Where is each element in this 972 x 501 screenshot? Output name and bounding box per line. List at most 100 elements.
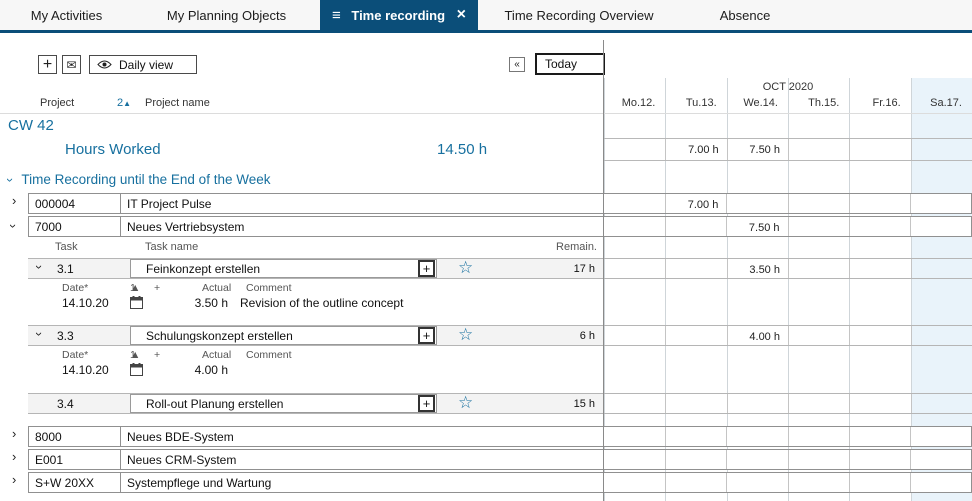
day-header: Mo.12. <box>604 97 665 111</box>
day-cell[interactable] <box>604 259 665 278</box>
day-cell[interactable] <box>726 473 787 492</box>
section-time-recording-until-end-of-week[interactable]: › Time Recording until the End of the We… <box>8 172 270 187</box>
day-cell[interactable] <box>910 473 971 492</box>
time-entry-row[interactable]: 14.10.20 4.00 h <box>0 362 604 380</box>
mail-button[interactable]: ✉ <box>62 55 81 74</box>
project-day-cells: 7.50 h <box>604 217 971 236</box>
tab-my-activities[interactable]: My Activities <box>0 0 133 30</box>
day-cell[interactable] <box>910 450 971 469</box>
day-cell[interactable] <box>788 194 849 213</box>
tab-time-recording-overview[interactable]: Time Recording Overview <box>478 0 680 30</box>
day-cell[interactable] <box>910 427 971 446</box>
day-cell[interactable]: 4.00 h <box>727 326 788 345</box>
day-cell[interactable] <box>788 326 849 345</box>
time-entry-row[interactable]: 14.10.20 3.50 h Revision of the outline … <box>0 295 604 313</box>
day-cell[interactable] <box>604 394 665 413</box>
day-cell[interactable]: 7.50 h <box>726 217 787 236</box>
favorite-star-icon[interactable]: ☆ <box>458 258 473 278</box>
day-cell[interactable] <box>849 259 910 278</box>
panel-divider[interactable] <box>603 40 604 501</box>
day-cell[interactable] <box>726 427 787 446</box>
day-cell[interactable] <box>788 473 849 492</box>
expand-icon[interactable]: › <box>12 475 16 485</box>
day-cell[interactable] <box>788 259 849 278</box>
day-cell[interactable] <box>788 217 849 236</box>
expand-icon[interactable]: › <box>12 429 16 439</box>
sort-indicator[interactable]: 2▲ <box>117 97 131 109</box>
day-cell[interactable] <box>665 450 726 469</box>
project-row-000004[interactable]: › 000004 IT Project Pulse 7.00 h <box>28 193 972 214</box>
tab-time-recording[interactable]: ≡ Time recording × <box>320 0 478 30</box>
view-selector[interactable]: Daily view <box>89 55 197 74</box>
previous-period-button[interactable]: « <box>509 57 525 72</box>
day-cell[interactable] <box>910 194 971 213</box>
expand-icon[interactable]: › <box>12 196 16 206</box>
day-cell[interactable] <box>788 450 849 469</box>
day-cell[interactable] <box>665 259 726 278</box>
day-cell[interactable] <box>726 194 787 213</box>
day-cell[interactable] <box>604 217 665 236</box>
day-cell[interactable] <box>849 427 910 446</box>
add-button[interactable]: + <box>38 55 57 74</box>
day-cell[interactable] <box>665 427 726 446</box>
project-code-cell: S+W 20XX <box>29 473 121 492</box>
entry-add-header[interactable]: + <box>154 282 160 294</box>
expand-icon[interactable]: › <box>12 452 16 462</box>
tab-my-planning-objects[interactable]: My Planning Objects <box>133 0 320 30</box>
day-cell[interactable] <box>726 450 787 469</box>
day-cell[interactable] <box>788 427 849 446</box>
remaining-hours: 6 h <box>580 330 595 342</box>
day-cell[interactable] <box>849 326 910 345</box>
day-cell[interactable] <box>665 217 726 236</box>
tab-absence[interactable]: Absence <box>680 0 810 30</box>
project-name-cell: Systempflege und Wartung <box>121 473 604 492</box>
day-cell[interactable] <box>788 394 849 413</box>
day-cell[interactable] <box>849 394 910 413</box>
day-cell[interactable]: 7.00 h <box>665 194 726 213</box>
favorite-star-icon[interactable]: ☆ <box>458 393 473 413</box>
add-entry-button[interactable]: + <box>418 327 435 344</box>
day-cell[interactable] <box>911 326 972 345</box>
day-cell[interactable] <box>849 473 910 492</box>
today-button[interactable]: Today <box>535 53 605 75</box>
collapse-icon[interactable]: › <box>34 265 44 269</box>
remaining-hours: 15 h <box>574 398 595 410</box>
date-column-header: Date* <box>62 282 88 294</box>
project-row-7000[interactable]: › 7000 Neues Vertriebsystem 7.50 h <box>28 216 972 237</box>
day-cell[interactable] <box>849 217 910 236</box>
project-row-e001[interactable]: › E001 Neues CRM-System <box>28 449 972 470</box>
day-cell[interactable] <box>665 473 726 492</box>
task-row-3-3[interactable]: › 3.3 Schulungskonzept erstellen + ☆ 6 h… <box>28 325 972 346</box>
day-cell[interactable] <box>604 194 665 213</box>
collapse-icon[interactable]: › <box>8 224 18 228</box>
day-cell[interactable] <box>849 194 910 213</box>
add-entry-button[interactable]: + <box>418 395 435 412</box>
day-cell[interactable] <box>604 326 665 345</box>
favorite-star-icon[interactable]: ☆ <box>458 325 473 345</box>
project-row-sw20xx[interactable]: › S+W 20XX Systempflege und Wartung <box>28 472 972 493</box>
day-cell[interactable] <box>910 217 971 236</box>
day-cell[interactable] <box>665 326 726 345</box>
day-cell[interactable] <box>604 427 665 446</box>
project-row-8000[interactable]: › 8000 Neues BDE-System <box>28 426 972 447</box>
day-cell[interactable] <box>604 473 665 492</box>
task-row-3-1[interactable]: › 3.1 Feinkonzept erstellen + ☆ 17 h 3.5… <box>28 258 972 279</box>
menu-icon: ≡ <box>332 7 341 24</box>
day-cell[interactable] <box>727 394 788 413</box>
chevron-down-icon: › <box>5 177 15 181</box>
add-entry-button[interactable]: + <box>418 260 435 277</box>
entry-header-row: Date* 1▲ + Actual Comment <box>0 282 604 295</box>
day-cell[interactable] <box>665 394 726 413</box>
day-cell[interactable] <box>911 394 972 413</box>
day-cell[interactable] <box>604 450 665 469</box>
calendar-icon[interactable] <box>130 296 143 314</box>
collapse-icon[interactable]: › <box>34 332 44 336</box>
day-cell[interactable] <box>849 450 910 469</box>
task-row-3-4[interactable]: 3.4 Roll-out Planung erstellen + ☆ 15 h <box>28 393 972 414</box>
day-cell[interactable] <box>911 259 972 278</box>
entry-add-header[interactable]: + <box>154 349 160 361</box>
entry-header-row: Date* 1▲ + Actual Comment <box>0 349 604 362</box>
calendar-icon[interactable] <box>130 363 143 381</box>
day-cell[interactable]: 3.50 h <box>727 259 788 278</box>
close-icon[interactable]: × <box>457 6 466 24</box>
